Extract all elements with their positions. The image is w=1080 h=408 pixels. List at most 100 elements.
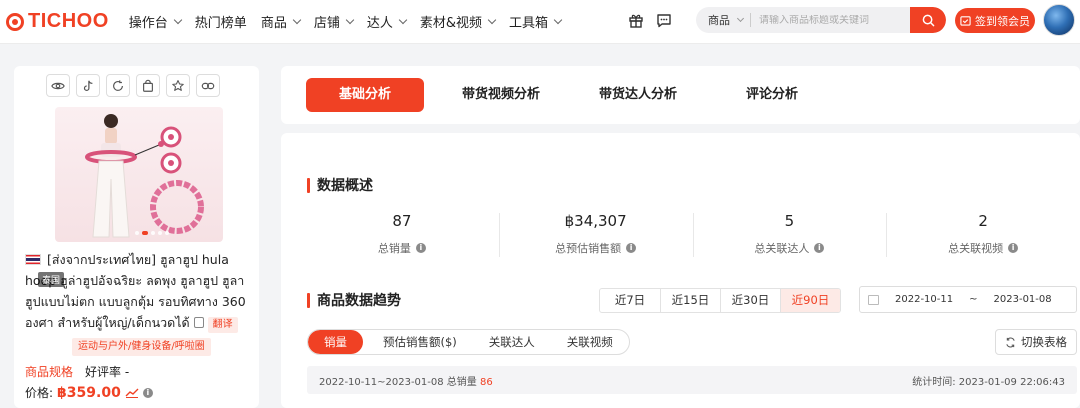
product-toolbar [46, 74, 220, 97]
nav-item-materials-videos[interactable]: 素材&视频 [420, 12, 497, 31]
top-icons [628, 12, 672, 28]
category-tag[interactable]: 运动与户外/健身设备/呼啦圈 [72, 338, 211, 356]
overview-stats: 87 总销量 i ฿34,307 总预估销售额 i 5 总关联达人 i 2 总关联视频… [305, 211, 1080, 259]
copy-icon[interactable] [193, 317, 204, 328]
carousel-dots [135, 231, 169, 235]
chevron-down-icon [487, 15, 497, 24]
stat-label: 总销量 [377, 242, 411, 255]
copy-link-button[interactable] [196, 74, 220, 97]
thailand-flag-icon [25, 254, 41, 265]
stat-label: 总关联视频 [948, 242, 1004, 255]
range-30-days[interactable]: 近30日 [720, 289, 780, 312]
tiktok-button[interactable] [76, 74, 100, 97]
calendar-icon [868, 294, 879, 305]
summary-right: 统计时间: 2023-01-09 22:06:43 [912, 373, 1065, 388]
stat-label: 总关联达人 [754, 242, 810, 255]
metric-influencers[interactable]: 关联达人 [473, 330, 551, 354]
tab-review-analysis[interactable]: 评论分析 [737, 78, 807, 112]
trend-chart-icon[interactable] [125, 387, 139, 398]
brand-logo[interactable]: TICHOO [6, 10, 109, 33]
carousel-dot[interactable] [165, 231, 169, 235]
nav-item-influencers[interactable]: 达人 [366, 12, 408, 31]
metric-videos[interactable]: 关联视频 [551, 330, 629, 354]
country-tag: 泰国 [38, 272, 65, 287]
hula-hoop-photo [85, 114, 204, 238]
link-icon [201, 82, 215, 89]
metric-sales[interactable]: 销量 [308, 330, 363, 354]
info-icon[interactable]: i [142, 387, 153, 398]
product-image[interactable] [55, 107, 223, 242]
main-nav: 操作台 热门榜单 商品 店铺 达人 素材&视频 工具箱 [129, 12, 575, 31]
stat-total-sales: 87 总销量 i [305, 211, 499, 259]
spec-row: 商品规格 好评率 - [25, 363, 129, 380]
info-icon[interactable]: i [626, 243, 637, 253]
message-icon[interactable] [656, 12, 672, 28]
trend-summary-bar: 2022-10-11~2023-01-08 总销量 86 统计时间: 2023-… [307, 366, 1077, 394]
price-row: 价格: ฿359.00 i [25, 384, 153, 401]
metric-revenue[interactable]: 预估销售额($) [367, 330, 473, 354]
nav-item-toolbox[interactable]: 工具箱 [509, 12, 563, 31]
search-category-select[interactable]: 商品 [696, 12, 750, 28]
carousel-dot-active[interactable] [142, 231, 148, 235]
main-panel: 数据概述 87 总销量 i ฿34,307 总预估销售额 i 5 总关联达人 i 2 … [281, 133, 1080, 408]
info-icon[interactable]: i [1008, 243, 1019, 253]
nav-item-shops[interactable]: 店铺 [314, 12, 355, 31]
gift-icon[interactable] [628, 12, 644, 28]
info-icon[interactable]: i [814, 243, 825, 253]
stat-label-row: 总销量 i [305, 240, 499, 256]
stat-time-value: 2023-01-09 22:06:43 [958, 376, 1065, 388]
search-icon [922, 14, 934, 26]
nav-label: 热门榜单 [194, 16, 247, 31]
avatar[interactable] [1043, 4, 1075, 36]
stat-label-row: 总关联视频 i [886, 240, 1080, 256]
nav-label: 达人 [366, 16, 393, 31]
carousel-dot[interactable] [151, 231, 155, 235]
translate-button[interactable]: 翻译 [207, 317, 238, 333]
tab-video-analysis[interactable]: 带货视频分析 [449, 78, 553, 112]
search-input[interactable] [751, 14, 910, 26]
metric-selector: 销量 预估销售额($) 关联达人 关联视频 [307, 329, 630, 355]
spec-link[interactable]: 商品规格 [25, 363, 73, 380]
stat-value: ฿34,307 [564, 212, 627, 230]
search-button[interactable] [910, 7, 946, 33]
carousel-dot[interactable] [135, 231, 139, 235]
tab-influencer-analysis[interactable]: 带货达人分析 [586, 78, 690, 112]
nav-item-hot-rankings[interactable]: 热门榜单 [195, 12, 247, 31]
overview-title-text: 数据概述 [317, 178, 373, 194]
switch-table-button[interactable]: 切换表格 [995, 329, 1077, 355]
nav-item-products[interactable]: 商品 [261, 12, 302, 31]
summary-left: 2022-10-11~2023-01-08 总销量 86 [319, 373, 493, 388]
range-15-days[interactable]: 近15日 [660, 289, 720, 312]
shop-button[interactable] [136, 74, 160, 97]
logo-mark-icon [6, 12, 24, 31]
analysis-tabs: 基础分析 带货视频分析 带货达人分析 评论分析 [281, 66, 1080, 124]
search-category-label: 商品 [708, 14, 730, 27]
range-7-days[interactable]: 近7日 [600, 289, 660, 312]
carousel-dot[interactable] [158, 231, 162, 235]
price-label: 价格: [25, 386, 54, 400]
date-range-picker[interactable]: 2022-10-11 ~ 2023-01-08 [859, 286, 1077, 313]
nav-item-dashboard[interactable]: 操作台 [129, 12, 183, 31]
chevron-down-icon [553, 15, 563, 24]
stat-total-influencers: 5 总关联达人 i [692, 211, 887, 259]
sign-in-vip-button[interactable]: 签到领会员 [955, 8, 1035, 33]
stat-value: 5 [784, 212, 795, 230]
summary-range: 2022-10-11~2023-01-08 总销量 [319, 376, 477, 388]
product-card: [ส่งจากประเทศไทย] ฮูลาฮูป hula hoop ฮูล่… [14, 66, 259, 408]
date-end[interactable]: 2023-01-08 [994, 294, 1052, 305]
refresh-button[interactable] [106, 74, 130, 97]
overview-title: 数据概述 [307, 175, 373, 195]
brand-name: TICHOO [28, 10, 109, 32]
tab-basic-analysis[interactable]: 基础分析 [306, 78, 424, 112]
chevron-down-icon [736, 14, 745, 22]
chevron-down-icon [398, 15, 408, 24]
view-button[interactable] [46, 74, 70, 97]
rating-label: 好评率 - [85, 365, 130, 379]
star-icon [172, 79, 184, 91]
top-nav-bar: TICHOO 操作台 热门榜单 商品 店铺 达人 素材&视频 工具箱 商品 请输… [0, 0, 1080, 44]
range-90-days[interactable]: 近90日 [780, 289, 840, 312]
info-icon[interactable]: i [415, 243, 426, 253]
stat-label-row: 总关联达人 i [693, 240, 887, 256]
favorite-button[interactable] [166, 74, 190, 97]
date-start[interactable]: 2022-10-11 [895, 294, 953, 305]
